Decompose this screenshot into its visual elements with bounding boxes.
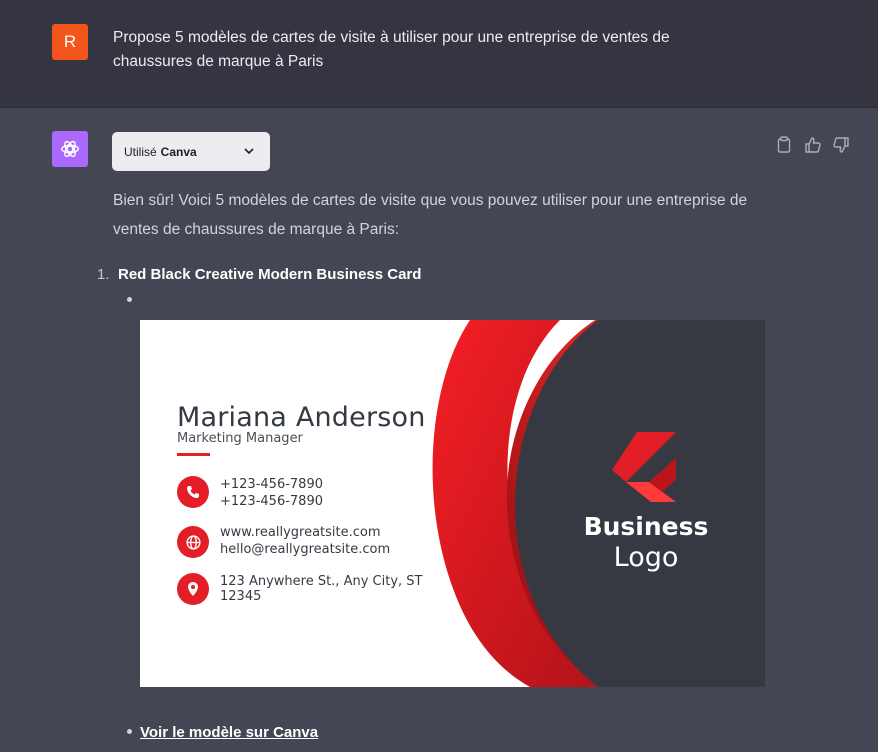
globe-icon (177, 526, 209, 558)
list-item-number: 1. (97, 266, 110, 283)
card-email: hello@reallygreatsite.com (220, 542, 391, 557)
bullet-dot (127, 297, 132, 302)
intro-line-2: ventes de chaussures de marque à Paris: (113, 221, 400, 238)
card-address-2: 12345 (220, 589, 262, 604)
card-person-role: Marketing Manager (177, 431, 303, 446)
view-template-link[interactable]: Voir le modèle sur Canva (140, 724, 318, 741)
card-address-1: 123 Anywhere St., Any City, ST (220, 574, 423, 589)
card-logo-line-1: Business (583, 512, 709, 541)
card-divider (177, 453, 210, 456)
user-message-text: Propose 5 modèles de cartes de visite à … (113, 26, 713, 74)
bullet-dot (127, 729, 132, 734)
card-person-name: Mariana Anderson (177, 402, 426, 433)
plugin-name: Canva (160, 144, 197, 159)
message-actions (776, 136, 850, 154)
user-message-line-2: chaussures de marque à Paris (113, 53, 324, 70)
business-card-preview-image[interactable]: Mariana Anderson Marketing Manager +123-… (140, 320, 765, 687)
card-business-logo: Business Logo (560, 512, 732, 574)
chevron-down-icon (242, 144, 256, 161)
plugin-prefix: Utilisé (124, 144, 157, 159)
assistant-message-row: Utilisé Canva Bien sûr! Voici 5 modèles … (0, 108, 878, 752)
card-phone-2: +123-456-7890 (220, 494, 323, 509)
user-message-line-1: Propose 5 modèles de cartes de visite à … (113, 29, 670, 46)
openai-logo-icon (52, 131, 88, 167)
list-item-title: Red Black Creative Modern Business Card (118, 266, 422, 283)
user-message-row: R Propose 5 modèles de cartes de visite … (0, 0, 878, 108)
intro-line-1: Bien sûr! Voici 5 modèles de cartes de v… (113, 192, 748, 209)
card-phone-1: +123-456-7890 (220, 477, 323, 492)
assistant-intro-text: Bien sûr! Voici 5 modèles de cartes de v… (113, 186, 793, 244)
location-pin-icon (177, 573, 209, 605)
user-avatar: R (52, 24, 88, 60)
card-website: www.reallygreatsite.com (220, 525, 381, 540)
thumbs-down-icon[interactable] (832, 136, 850, 154)
phone-icon (177, 476, 209, 508)
thumbs-up-icon[interactable] (804, 136, 822, 154)
clipboard-icon[interactable] (776, 136, 794, 154)
plugin-used-dropdown[interactable]: Utilisé Canva (112, 132, 270, 171)
card-logo-line-2: Logo (613, 542, 679, 573)
